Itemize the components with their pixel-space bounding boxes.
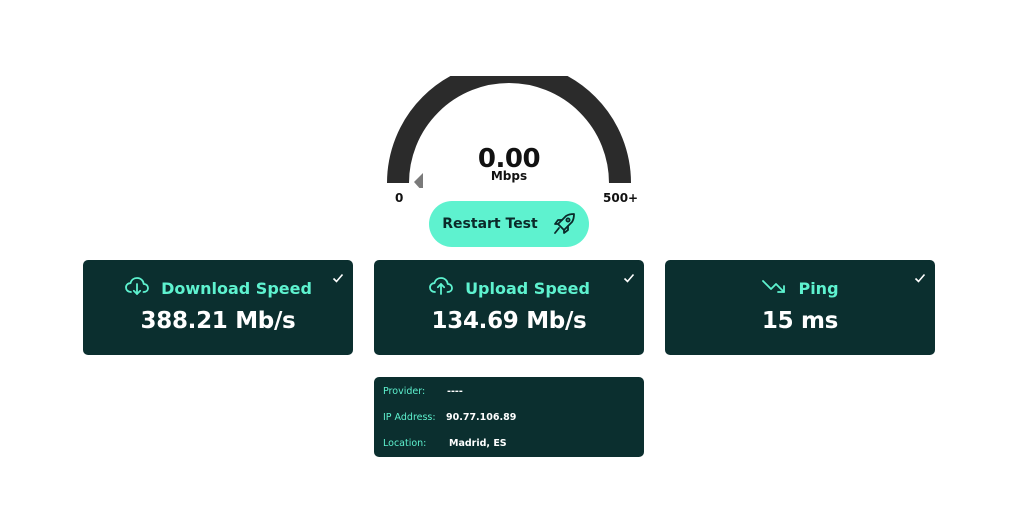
trend-up-icon	[761, 276, 787, 300]
connection-info-panel: Provider: ---- IP Address: 90.77.106.89 …	[374, 377, 644, 457]
restart-test-button[interactable]: Restart Test	[429, 201, 589, 247]
ping-title: Ping	[798, 278, 839, 298]
ip-address-row: IP Address: 90.77.106.89	[383, 409, 516, 425]
restart-test-label: Restart Test	[442, 216, 538, 232]
upload-speed-value: 134.69 Mb/s	[431, 308, 587, 334]
ping-value: 15 ms	[761, 308, 839, 334]
download-speed-header: Download Speed	[83, 276, 353, 300]
upload-speed-title: Upload Speed	[465, 278, 590, 298]
upload-speed-card: Upload Speed 134.69 Mb/s	[374, 260, 644, 355]
cloud-download-icon	[124, 275, 150, 301]
upload-speed-header: Upload Speed	[374, 276, 644, 300]
download-speed-title: Download Speed	[161, 278, 312, 298]
ip-address-label: IP Address:	[383, 411, 436, 423]
gauge-max-label: 500+	[603, 191, 639, 205]
location-value: Madrid, ES	[449, 437, 507, 449]
gauge-unit: Mbps	[490, 169, 528, 183]
ip-address-value: 90.77.106.89	[446, 411, 517, 423]
ping-header: Ping	[665, 276, 935, 300]
speed-test-page: 0.00 Mbps 0 500+ Restart Test Download S…	[0, 0, 1024, 507]
download-speed-card: Download Speed 388.21 Mb/s	[83, 260, 353, 355]
cloud-upload-icon	[428, 275, 454, 301]
location-label: Location:	[383, 437, 427, 449]
rocket-icon	[552, 212, 576, 236]
provider-value: ----	[447, 385, 463, 397]
provider-row: Provider: ----	[383, 383, 463, 399]
ping-card: Ping 15 ms	[665, 260, 935, 355]
download-speed-value: 388.21 Mb/s	[140, 308, 296, 334]
speed-gauge: 0.00 Mbps	[386, 76, 632, 188]
gauge-min-label: 0	[395, 191, 404, 205]
provider-label: Provider:	[383, 385, 426, 397]
location-row: Location: Madrid, ES	[383, 435, 507, 451]
